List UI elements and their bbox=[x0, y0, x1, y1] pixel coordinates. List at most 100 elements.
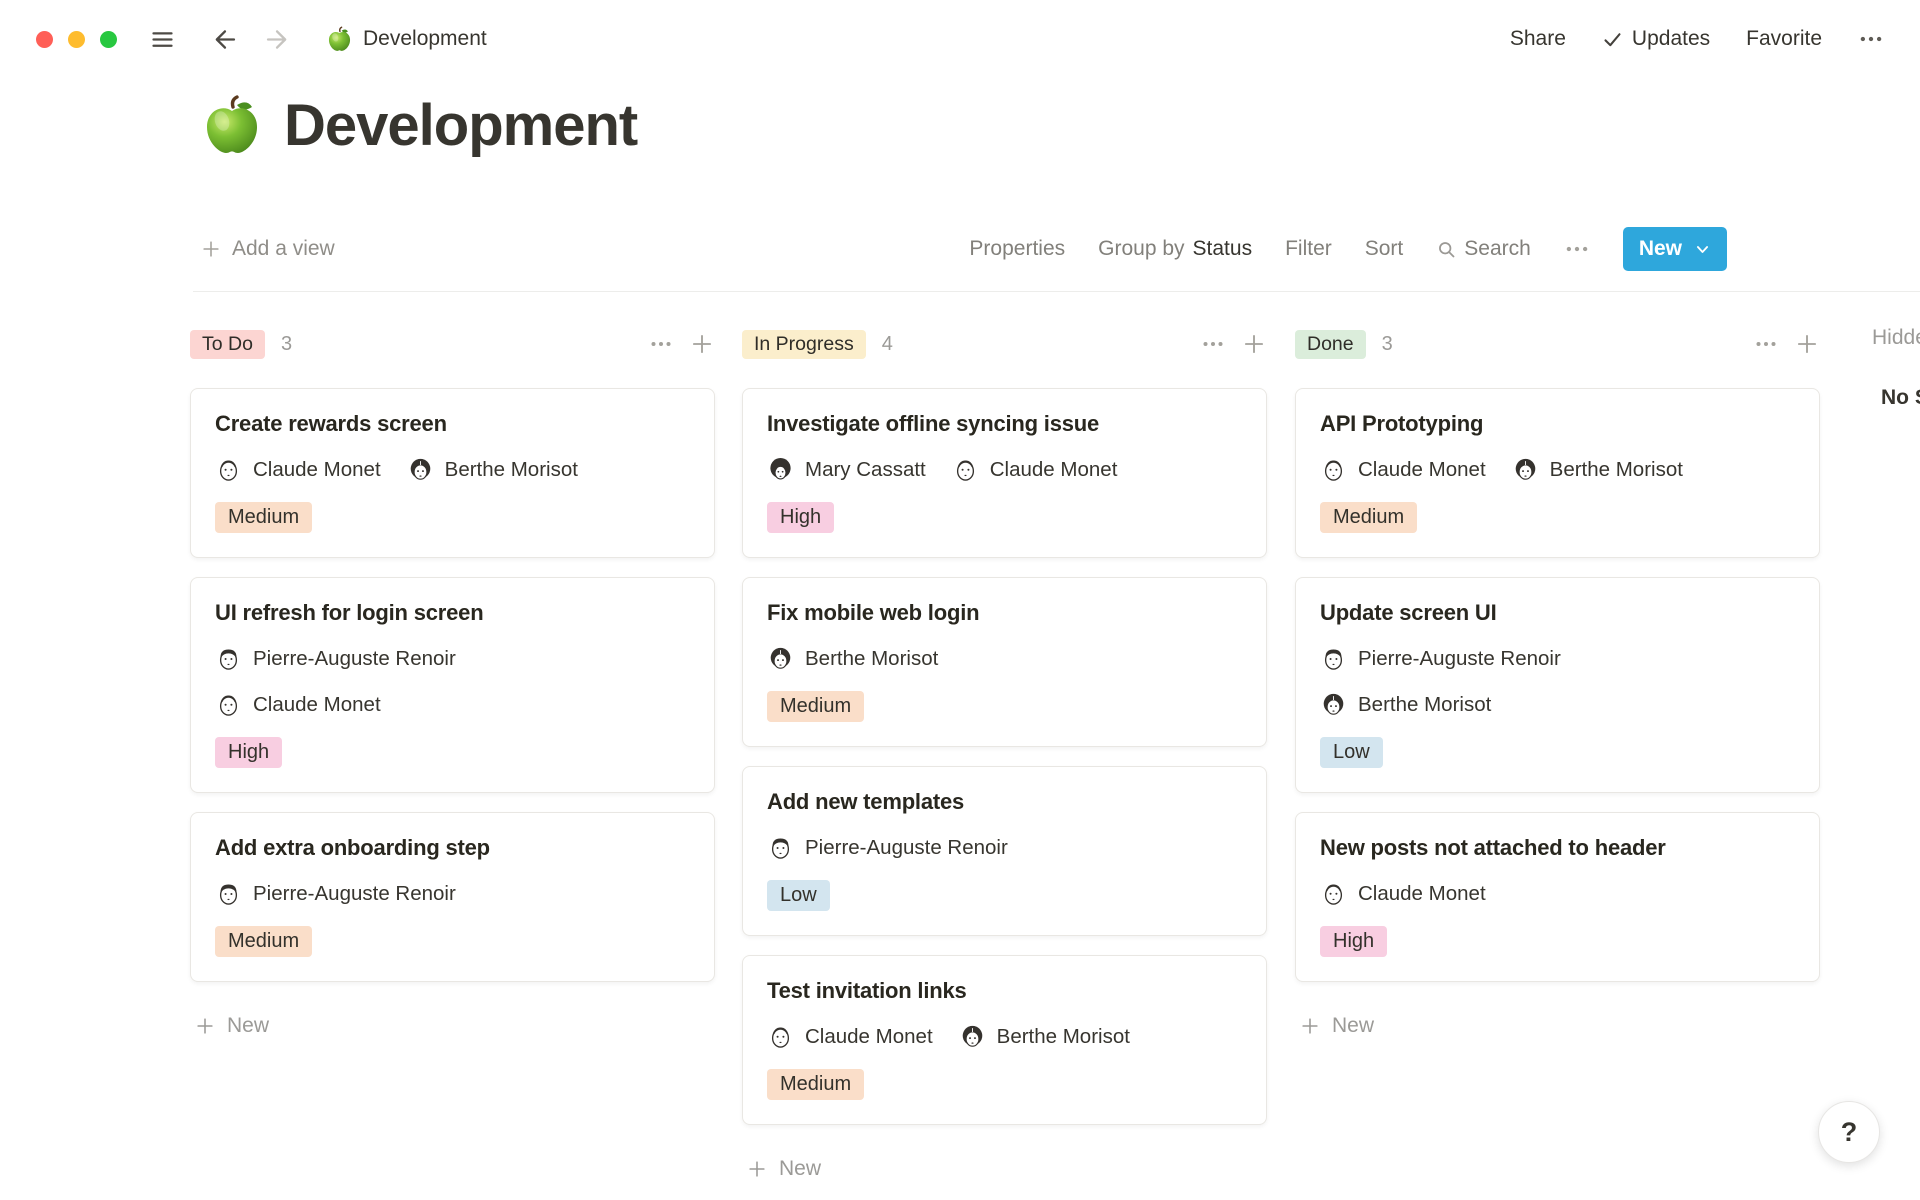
assignee-name: Claude Monet bbox=[990, 458, 1118, 482]
page-title[interactable]: Development bbox=[284, 92, 637, 159]
sidebar-menu-icon[interactable] bbox=[149, 26, 176, 53]
help-button[interactable]: ? bbox=[1818, 1101, 1880, 1163]
view-more-options-icon[interactable] bbox=[1564, 236, 1590, 262]
kanban-card[interactable]: Investigate offline syncing issue Mary C… bbox=[742, 388, 1267, 558]
avatar-claude-monet bbox=[952, 456, 979, 483]
hidden-groups-label[interactable]: Hidden bbox=[1872, 326, 1920, 350]
column-header: To Do 3 bbox=[190, 326, 715, 362]
add-card-button[interactable]: New bbox=[194, 1014, 715, 1038]
minimize-window-button[interactable] bbox=[68, 31, 85, 48]
kanban-card[interactable]: New posts not attached to header Claude … bbox=[1295, 812, 1820, 982]
column-status-badge[interactable]: Done bbox=[1295, 330, 1366, 359]
updates-label: Updates bbox=[1632, 27, 1710, 51]
column-options-icon[interactable] bbox=[1754, 332, 1778, 356]
kanban-card[interactable]: UI refresh for login screen Pierre-Augus… bbox=[190, 577, 715, 793]
traffic-lights bbox=[36, 31, 117, 48]
updates-button[interactable]: Updates bbox=[1602, 27, 1710, 51]
column-status-badge[interactable]: To Do bbox=[190, 330, 265, 359]
hidden-group-item[interactable]: No Status bbox=[1872, 382, 1920, 413]
priority-badge: Medium bbox=[215, 926, 312, 957]
assignee-name: Berthe Morisot bbox=[1550, 458, 1683, 482]
priority-badge: Medium bbox=[1320, 502, 1417, 533]
column-count: 3 bbox=[1382, 333, 1393, 356]
priority-badge: Low bbox=[767, 880, 830, 911]
group-by-button[interactable]: Group by Status bbox=[1098, 237, 1252, 261]
add-card-button[interactable]: New bbox=[1299, 1014, 1820, 1038]
page-apple-emoji[interactable] bbox=[200, 94, 264, 158]
card-title: Update screen UI bbox=[1320, 600, 1795, 626]
search-button[interactable]: Search bbox=[1436, 237, 1531, 261]
sort-button[interactable]: Sort bbox=[1365, 237, 1404, 261]
assignee: Pierre-Auguste Renoir bbox=[215, 880, 456, 907]
zoom-window-button[interactable] bbox=[100, 31, 117, 48]
add-card-label: New bbox=[779, 1157, 821, 1181]
kanban-card[interactable]: API Prototyping Claude Monet Berthe Mori… bbox=[1295, 388, 1820, 558]
column-options-icon[interactable] bbox=[649, 332, 673, 356]
page-header: Development bbox=[200, 92, 637, 159]
card-title: Investigate offline syncing issue bbox=[767, 411, 1242, 437]
search-icon bbox=[1436, 239, 1457, 260]
avatar-pierre-auguste-renoir bbox=[215, 645, 242, 672]
assignee-name: Berthe Morisot bbox=[805, 647, 938, 671]
group-by-value: Status bbox=[1193, 237, 1253, 261]
add-card-button[interactable]: New bbox=[746, 1157, 1267, 1181]
column-add-card-icon[interactable] bbox=[689, 331, 715, 357]
kanban-card[interactable]: Update screen UI Pierre-Auguste Renoir B… bbox=[1295, 577, 1820, 793]
assignee: Pierre-Auguste Renoir bbox=[215, 645, 456, 672]
assignee: Claude Monet bbox=[215, 691, 381, 718]
plus-icon bbox=[194, 1015, 216, 1037]
assignee: Claude Monet bbox=[952, 456, 1118, 483]
kanban-card[interactable]: Create rewards screen Claude Monet Berth… bbox=[190, 388, 715, 558]
hidden-groups-section: Hidden No Status bbox=[1872, 326, 1920, 413]
column-add-card-icon[interactable] bbox=[1794, 331, 1820, 357]
kanban-card[interactable]: Add new templates Pierre-Auguste Renoir … bbox=[742, 766, 1267, 936]
avatar-berthe-morisot bbox=[407, 456, 434, 483]
priority-badge: Low bbox=[1320, 737, 1383, 768]
new-button[interactable]: New bbox=[1623, 227, 1727, 271]
avatar-berthe-morisot bbox=[1320, 691, 1347, 718]
avatar-claude-monet bbox=[1320, 456, 1347, 483]
avatar-berthe-morisot bbox=[1512, 456, 1539, 483]
forward-arrow-icon[interactable] bbox=[263, 26, 290, 53]
assignee-name: Claude Monet bbox=[1358, 882, 1486, 906]
assignee: Mary Cassatt bbox=[767, 456, 926, 483]
column-status-badge[interactable]: In Progress bbox=[742, 330, 866, 359]
add-view-button[interactable]: Add a view bbox=[200, 237, 335, 261]
assignee-name: Mary Cassatt bbox=[805, 458, 926, 482]
avatar-pierre-auguste-renoir bbox=[1320, 645, 1347, 672]
kanban-card[interactable]: Add extra onboarding step Pierre-Auguste… bbox=[190, 812, 715, 982]
properties-button[interactable]: Properties bbox=[969, 237, 1065, 261]
avatar-claude-monet bbox=[215, 456, 242, 483]
favorite-button[interactable]: Favorite bbox=[1746, 27, 1822, 51]
assignee-name: Claude Monet bbox=[1358, 458, 1486, 482]
kanban-card[interactable]: Fix mobile web login Berthe Morisot Medi… bbox=[742, 577, 1267, 747]
share-button[interactable]: Share bbox=[1510, 27, 1566, 51]
plus-icon bbox=[200, 238, 222, 260]
assignee: Berthe Morisot bbox=[1320, 691, 1491, 718]
assignee-name: Pierre-Auguste Renoir bbox=[253, 882, 456, 906]
filter-button[interactable]: Filter bbox=[1285, 237, 1332, 261]
breadcrumb[interactable]: Development bbox=[326, 26, 487, 53]
plus-icon bbox=[1299, 1015, 1321, 1037]
assignee-name: Claude Monet bbox=[805, 1025, 933, 1049]
card-title: Fix mobile web login bbox=[767, 600, 1242, 626]
view-toolbar: Add a view Properties Group by Status Fi… bbox=[200, 226, 1727, 272]
search-label: Search bbox=[1464, 237, 1531, 261]
close-window-button[interactable] bbox=[36, 31, 53, 48]
card-title: Create rewards screen bbox=[215, 411, 690, 437]
column-count: 3 bbox=[281, 333, 292, 356]
avatar-berthe-morisot bbox=[959, 1023, 986, 1050]
more-options-icon[interactable] bbox=[1858, 26, 1884, 52]
assignee-name: Pierre-Auguste Renoir bbox=[805, 836, 1008, 860]
column-add-card-icon[interactable] bbox=[1241, 331, 1267, 357]
back-arrow-icon[interactable] bbox=[212, 26, 239, 53]
avatar-mary-cassatt bbox=[767, 456, 794, 483]
card-title: Test invitation links bbox=[767, 978, 1242, 1004]
kanban-card[interactable]: Test invitation links Claude Monet Berth… bbox=[742, 955, 1267, 1125]
add-card-label: New bbox=[1332, 1014, 1374, 1038]
column-options-icon[interactable] bbox=[1201, 332, 1225, 356]
avatar-claude-monet bbox=[1320, 880, 1347, 907]
assignee: Berthe Morisot bbox=[959, 1023, 1130, 1050]
column-header: Done 3 bbox=[1295, 326, 1820, 362]
add-card-label: New bbox=[227, 1014, 269, 1038]
